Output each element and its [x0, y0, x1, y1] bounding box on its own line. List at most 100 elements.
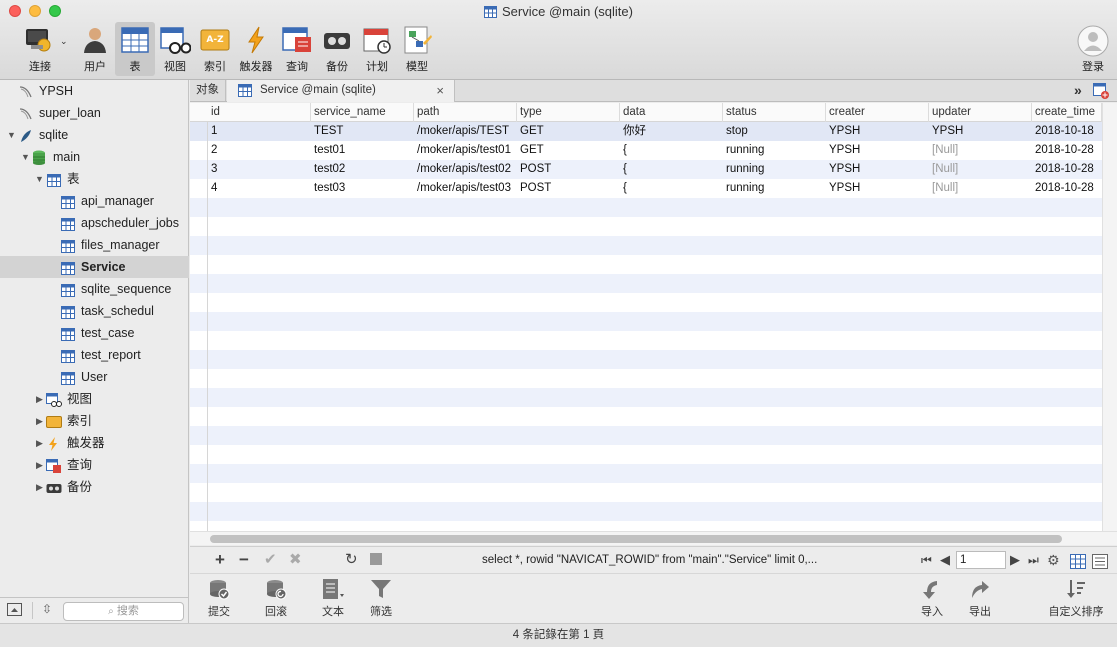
collapsed-triangle-icon[interactable]: ▶	[36, 410, 43, 432]
tab-objects[interactable]: 对象	[190, 80, 226, 101]
cell-data[interactable]: {	[620, 141, 723, 160]
tree-group-view[interactable]: ▶ 视图	[0, 388, 189, 410]
cell-status[interactable]: running	[723, 141, 826, 160]
toolbar-login-button[interactable]: 登录	[1073, 22, 1113, 76]
toolbar-user-button[interactable]: 用户	[75, 22, 115, 76]
more-tabs-icon[interactable]: »	[1074, 80, 1082, 100]
toggle-sidebar-icon[interactable]	[7, 603, 22, 619]
tree-table-item[interactable]: Service	[0, 256, 189, 278]
tree-table-item[interactable]: apscheduler_jobs	[0, 212, 189, 234]
column-header[interactable]: type	[517, 103, 620, 122]
collapsed-triangle-icon[interactable]: ▶	[36, 454, 43, 476]
cell-status[interactable]: running	[723, 179, 826, 198]
column-header[interactable]: updater	[929, 103, 1032, 122]
import-button[interactable]: 导入	[909, 578, 955, 619]
cell-create-time[interactable]: 2018-10-28	[1032, 141, 1102, 160]
tree-group-query[interactable]: ▶ 查询	[0, 454, 189, 476]
tree-group-backup[interactable]: ▶ 备份	[0, 476, 189, 498]
toolbar-view-button[interactable]: 视图	[155, 22, 195, 76]
previous-page-icon[interactable]: ◀	[940, 552, 950, 568]
tree-connection-sqlite[interactable]: ▼ sqlite	[0, 124, 189, 146]
tree-table-item[interactable]: User	[0, 366, 189, 388]
cell-service-name[interactable]: test01	[311, 141, 414, 160]
sort-stepper-icon[interactable]: ⇳	[42, 602, 52, 616]
cell-data[interactable]: {	[620, 160, 723, 179]
tree-table-item[interactable]: task_schedul	[0, 300, 189, 322]
column-header[interactable]: creater	[826, 103, 929, 122]
cell-type[interactable]: GET	[517, 141, 620, 160]
cell-id[interactable]: 4	[208, 179, 311, 198]
column-header[interactable]: service_name	[311, 103, 414, 122]
discard-changes-icon[interactable]: ✖	[289, 552, 302, 568]
cell-path[interactable]: /moker/apis/test02	[414, 160, 517, 179]
grid-view-icon[interactable]	[1070, 554, 1086, 572]
cell-updater[interactable]: YPSH	[929, 122, 1032, 141]
toolbar-model-button[interactable]: 模型	[397, 22, 437, 76]
cell-creater[interactable]: YPSH	[826, 160, 929, 179]
delete-record-icon[interactable]: −	[239, 551, 249, 568]
tree-tables-group[interactable]: ▼ 表	[0, 168, 189, 190]
tree-table-item[interactable]: api_manager	[0, 190, 189, 212]
toolbar-query-button[interactable]: 查询	[277, 22, 317, 76]
cell-id[interactable]: 2	[208, 141, 311, 160]
tree-table-item[interactable]: sqlite_sequence	[0, 278, 189, 300]
cell-create-time[interactable]: 2018-10-18	[1032, 122, 1102, 141]
collapsed-triangle-icon[interactable]: ▶	[36, 432, 43, 454]
cell-path[interactable]: /moker/apis/test01	[414, 141, 517, 160]
toolbar-schedule-button[interactable]: 计划	[357, 22, 397, 76]
toolbar-table-button[interactable]: 表	[115, 22, 155, 76]
tree-table-item[interactable]: test_case	[0, 322, 189, 344]
cell-type[interactable]: POST	[517, 160, 620, 179]
custom-sort-button[interactable]: 自定义排序	[1045, 578, 1107, 619]
expanded-triangle-icon[interactable]: ▼	[7, 124, 16, 146]
cell-id[interactable]: 3	[208, 160, 311, 179]
refresh-icon[interactable]: ↻	[345, 552, 358, 568]
collapsed-triangle-icon[interactable]: ▶	[36, 476, 43, 498]
tree-table-item[interactable]: test_report	[0, 344, 189, 366]
cell-updater[interactable]: [Null]	[929, 141, 1032, 160]
text-view-button[interactable]: 文本	[310, 578, 356, 619]
settings-gear-icon[interactable]: ⚙	[1047, 552, 1060, 568]
cell-type[interactable]: POST	[517, 179, 620, 198]
cell-create-time[interactable]: 2018-10-28	[1032, 179, 1102, 198]
tree-connection-ypsh[interactable]: YPSH	[0, 80, 189, 102]
cell-creater[interactable]: YPSH	[826, 179, 929, 198]
apply-changes-icon[interactable]: ✔	[264, 552, 277, 568]
expanded-triangle-icon[interactable]: ▼	[35, 168, 44, 190]
last-page-icon[interactable]: ⏭	[1028, 552, 1039, 568]
cell-status[interactable]: stop	[723, 122, 826, 141]
column-header[interactable]: path	[414, 103, 517, 122]
data-grid[interactable]: id service_name path type data status creater u…	[190, 103, 1102, 531]
tree-group-trigger[interactable]: ▶ 触发器	[0, 432, 189, 454]
cell-updater[interactable]: [Null]	[929, 179, 1032, 198]
connection-dropdown-chevron-icon[interactable]: ⌄	[60, 36, 68, 47]
next-page-icon[interactable]: ▶	[1010, 552, 1020, 568]
cell-updater[interactable]: [Null]	[929, 160, 1032, 179]
vertical-scrollbar[interactable]	[1102, 103, 1117, 531]
cell-creater[interactable]: YPSH	[826, 141, 929, 160]
cell-service-name[interactable]: test02	[311, 160, 414, 179]
expanded-triangle-icon[interactable]: ▼	[21, 146, 30, 168]
toolbar-connection-button[interactable]: 连接	[18, 22, 62, 76]
cell-create-time[interactable]: 2018-10-28	[1032, 160, 1102, 179]
rollback-button[interactable]: 回滚	[253, 578, 299, 619]
horizontal-scrollbar[interactable]	[190, 531, 1117, 545]
commit-button[interactable]: 提交	[196, 578, 242, 619]
horizontal-scrollbar-thumb[interactable]	[210, 535, 1062, 543]
column-header[interactable]: id	[208, 103, 311, 122]
toolbar-index-button[interactable]: A-Z 索引	[195, 22, 235, 76]
add-record-icon[interactable]: +	[215, 551, 225, 568]
cell-data[interactable]: 你好	[620, 122, 723, 141]
tab-service-table[interactable]: Service @main (sqlite) ×	[227, 80, 455, 102]
column-header[interactable]: data	[620, 103, 723, 122]
cell-status[interactable]: running	[723, 160, 826, 179]
form-view-icon[interactable]	[1092, 554, 1108, 572]
first-page-icon[interactable]: ⏮	[921, 552, 932, 568]
tree-database-main[interactable]: ▼ main	[0, 146, 189, 168]
column-header[interactable]: status	[723, 103, 826, 122]
cell-service-name[interactable]: TEST	[311, 122, 414, 141]
cell-service-name[interactable]: test03	[311, 179, 414, 198]
new-table-tab-icon[interactable]	[1093, 83, 1109, 102]
sidebar-search-input[interactable]: ⌕ 搜索	[63, 602, 184, 621]
export-button[interactable]: 导出	[957, 578, 1003, 619]
